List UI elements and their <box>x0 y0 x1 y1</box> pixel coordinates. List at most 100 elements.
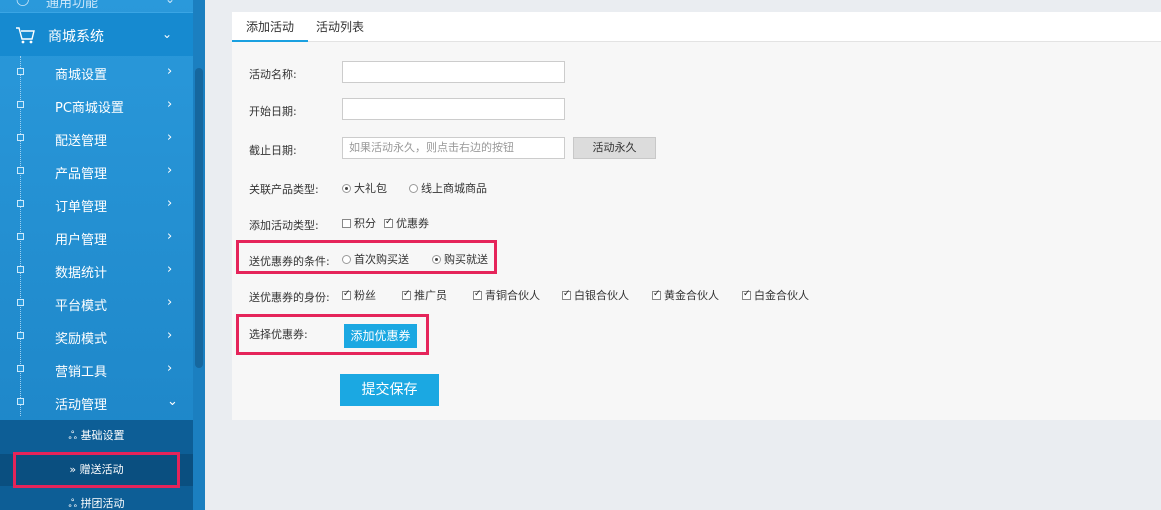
option-label: 推广员 <box>414 289 447 302</box>
sidebar-item-label: 商城系统 <box>48 29 104 45</box>
identity-bronze[interactable]: 青铜合伙人 <box>473 287 540 303</box>
sidebar-item-platform-mode[interactable]: 平台模式 › <box>0 287 193 320</box>
end-date-label: 截止日期: <box>249 144 297 157</box>
sidebar-item-mall-settings[interactable]: 商城设置 › <box>0 56 193 89</box>
sidebar-item-label: 平台模式 <box>55 299 108 314</box>
tree-node-icon <box>17 200 24 207</box>
sub-item-basic-settings[interactable]: ஃ 基础设置 <box>0 420 193 452</box>
sidebar-item-activities[interactable]: 活动管理 ⌄ <box>0 386 193 419</box>
sidebar-item-label: PC商城设置 <box>55 101 124 116</box>
forever-button[interactable]: 活动永久 <box>573 137 656 159</box>
sidebar-item-users[interactable]: 用户管理 › <box>0 221 193 254</box>
users-icon: ஃ <box>68 497 78 510</box>
option-label: 积分 <box>354 217 376 230</box>
end-date-input[interactable]: 如果活动永久，则点击右边的按钮 <box>342 137 565 159</box>
sidebar-item-orders[interactable]: 订单管理 › <box>0 188 193 221</box>
radio-icon <box>409 184 418 193</box>
tree-node-icon <box>17 299 24 306</box>
option-label: 青铜合伙人 <box>485 289 540 302</box>
chevron-down-icon: ⌄ <box>165 0 175 6</box>
checkbox-icon <box>384 217 393 228</box>
condition-label: 送优惠券的条件: <box>249 255 330 268</box>
scrollbar-thumb[interactable] <box>195 68 203 368</box>
submit-button[interactable]: 提交保存 <box>340 374 439 406</box>
sidebar-item-label: 奖励模式 <box>55 332 108 347</box>
condition-any-purchase[interactable]: 购买就送 <box>432 251 488 267</box>
option-label: 白金合伙人 <box>754 289 809 302</box>
option-label: 购买就送 <box>444 253 488 266</box>
tab-add-activity[interactable]: 添加活动 <box>232 12 309 42</box>
option-label: 线上商城商品 <box>421 182 487 195</box>
product-type-gift-pack[interactable]: 大礼包 <box>342 180 387 196</box>
add-coupon-button[interactable]: 添加优惠券 <box>344 324 417 348</box>
chevron-down-icon: ⌄ <box>162 27 173 41</box>
sidebar-item-statistics[interactable]: 数据统计 › <box>0 254 193 287</box>
sidebar-item-label: 数据统计 <box>55 266 108 281</box>
radio-icon <box>432 255 441 264</box>
chevron-right-icon: › <box>167 328 173 343</box>
users-icon: ஃ <box>68 429 78 442</box>
tree-node-icon <box>17 233 24 240</box>
identity-label: 送优惠券的身份: <box>249 291 330 304</box>
sub-item-group-buy[interactable]: ஃ 拼团活动 <box>0 488 193 510</box>
activity-name-input[interactable] <box>342 61 565 83</box>
sidebar-item-label: 商城设置 <box>55 68 108 83</box>
sidebar-scrollbar[interactable] <box>193 0 205 510</box>
sidebar: ◯ 通用功能 ⌄ 商城系统 ⌄ 商城设置 › PC商城设置 › 配送管理 › <box>0 0 205 510</box>
option-label: 白银合伙人 <box>574 289 629 302</box>
sidebar-item-products[interactable]: 产品管理 › <box>0 155 193 188</box>
sidebar-item-reward-mode[interactable]: 奖励模式 › <box>0 320 193 353</box>
chevron-right-icon: › <box>167 130 173 145</box>
condition-first-purchase[interactable]: 首次购买送 <box>342 251 409 267</box>
activity-type-coupon[interactable]: 优惠券 <box>384 215 429 231</box>
highlight-box-gift-activity <box>13 452 180 488</box>
sidebar-item-mall-system[interactable]: 商城系统 ⌄ <box>0 12 193 56</box>
tree-node-icon <box>17 134 24 141</box>
sidebar-item-label: 配送管理 <box>55 134 108 149</box>
tab-bar: 添加活动 活动列表 <box>232 12 1161 42</box>
circle-icon: ◯ <box>16 0 29 6</box>
chevron-right-icon: › <box>167 196 173 211</box>
sidebar-item-marketing[interactable]: 营销工具 › <box>0 353 193 386</box>
sidebar-item-label: 通用功能 <box>46 0 99 11</box>
chevron-right-icon: › <box>167 361 173 376</box>
product-type-online[interactable]: 线上商城商品 <box>409 180 487 196</box>
sidebar-item-label: 营销工具 <box>55 365 108 380</box>
identity-promoter[interactable]: 推广员 <box>402 287 447 303</box>
radio-icon <box>342 184 351 193</box>
sub-item-label: 拼团活动 <box>80 497 125 510</box>
tree-node-icon <box>17 398 24 405</box>
start-date-label: 开始日期: <box>249 105 297 118</box>
sidebar-item-label: 活动管理 <box>55 398 108 413</box>
name-label: 活动名称: <box>249 68 297 81</box>
sidebar-item-pc-settings[interactable]: PC商城设置 › <box>0 89 193 122</box>
checkbox-icon <box>342 219 351 228</box>
chevron-right-icon: › <box>167 97 173 112</box>
tree-node-icon <box>17 332 24 339</box>
start-date-input[interactable] <box>342 98 565 120</box>
chevron-right-icon: › <box>167 295 173 310</box>
tree-node-icon <box>17 167 24 174</box>
option-label: 粉丝 <box>354 289 376 302</box>
identity-silver[interactable]: 白银合伙人 <box>562 287 629 303</box>
identity-gold[interactable]: 黄金合伙人 <box>652 287 719 303</box>
checkbox-icon <box>562 289 571 300</box>
chevron-down-icon: ⌄ <box>167 394 178 409</box>
sidebar-item-label: 订单管理 <box>55 200 108 215</box>
identity-platinum[interactable]: 白金合伙人 <box>742 287 809 303</box>
activity-type-label: 添加活动类型: <box>249 219 319 232</box>
tab-activity-list[interactable]: 活动列表 <box>302 12 378 42</box>
checkbox-icon <box>342 289 351 300</box>
sub-item-label: 基础设置 <box>80 429 125 442</box>
checkbox-icon <box>652 289 661 300</box>
option-label: 大礼包 <box>354 182 387 195</box>
radio-icon <box>342 255 351 264</box>
tree-node-icon <box>17 365 24 372</box>
checkbox-icon <box>742 289 751 300</box>
activity-type-points[interactable]: 积分 <box>342 215 376 231</box>
chevron-right-icon: › <box>167 262 173 277</box>
sidebar-item-delivery[interactable]: 配送管理 › <box>0 122 193 155</box>
identity-fans[interactable]: 粉丝 <box>342 287 376 303</box>
sidebar-item-general[interactable]: ◯ 通用功能 ⌄ <box>0 0 193 11</box>
product-type-label: 关联产品类型: <box>249 183 319 196</box>
